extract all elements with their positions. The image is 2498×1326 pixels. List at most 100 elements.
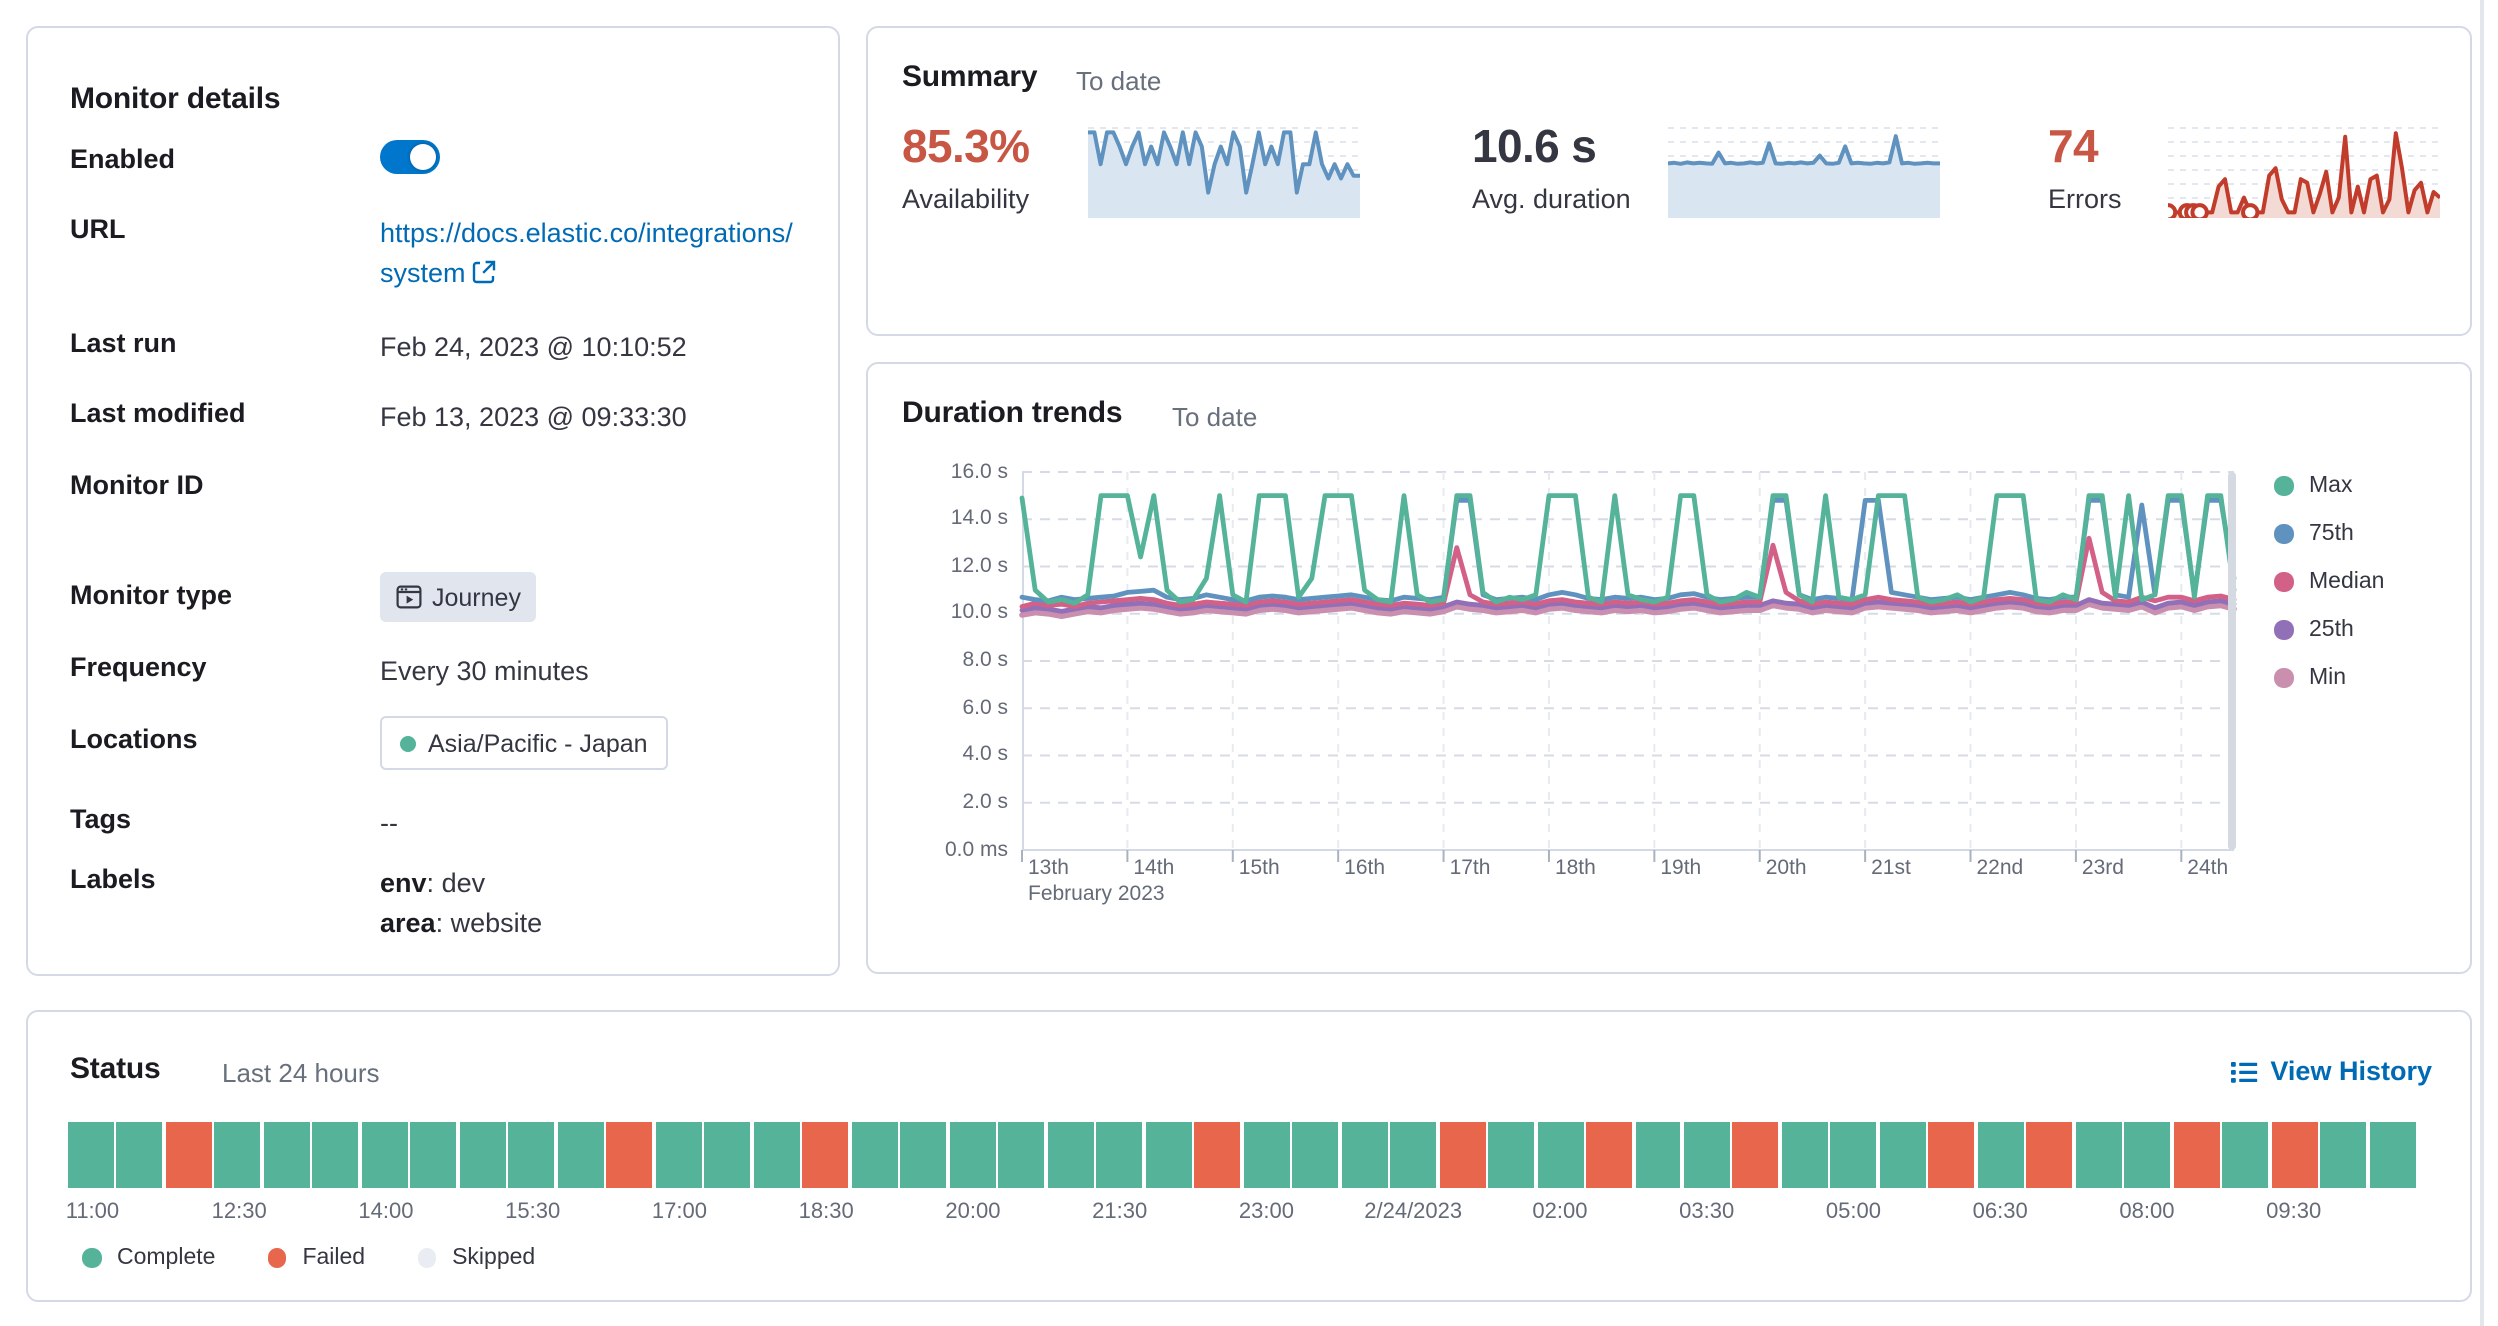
status-block-complete[interactable] bbox=[68, 1122, 114, 1188]
status-block-complete[interactable] bbox=[1145, 1122, 1191, 1188]
status-block-failed[interactable] bbox=[803, 1122, 849, 1188]
status-block-failed[interactable] bbox=[166, 1122, 212, 1188]
status-block-complete[interactable] bbox=[656, 1122, 702, 1188]
status-block-complete[interactable] bbox=[705, 1122, 751, 1188]
status-block-complete[interactable] bbox=[2125, 1122, 2171, 1188]
status-block-complete[interactable] bbox=[1537, 1122, 1583, 1188]
status-time-label: 2/24/2023 bbox=[1364, 1200, 1462, 1224]
y-tick-label: 8.0 s bbox=[868, 648, 1008, 672]
status-time-axis: 11:0012:3014:0015:3017:0018:3020:0021:30… bbox=[68, 1200, 2416, 1228]
status-block-complete[interactable] bbox=[1831, 1122, 1877, 1188]
status-block-complete[interactable] bbox=[1047, 1122, 1093, 1188]
status-block-complete[interactable] bbox=[1292, 1122, 1338, 1188]
status-block-complete[interactable] bbox=[509, 1122, 555, 1188]
y-tick-label: 2.0 s bbox=[868, 790, 1008, 814]
monitor-details-title: Monitor details bbox=[70, 82, 280, 116]
status-block-complete[interactable] bbox=[1635, 1122, 1681, 1188]
status-time-label: 09:30 bbox=[2266, 1200, 2321, 1224]
trends-legend-item[interactable]: Min bbox=[2274, 666, 2384, 690]
status-block-complete[interactable] bbox=[1341, 1122, 1387, 1188]
y-tick-label: 6.0 s bbox=[868, 695, 1008, 719]
status-block-failed[interactable] bbox=[1929, 1122, 1975, 1188]
monitor-detail-page: Monitor details Enabled URL https://docs… bbox=[0, 0, 2498, 1326]
legend-label: Skipped bbox=[452, 1246, 535, 1270]
x-tick-label: 20th bbox=[1766, 856, 1807, 880]
x-tick-label: 18th bbox=[1555, 856, 1596, 880]
status-block-failed[interactable] bbox=[2272, 1122, 2318, 1188]
y-tick-label: 14.0 s bbox=[868, 506, 1008, 530]
last-run-value: Feb 24, 2023 @ 10:10:52 bbox=[380, 328, 804, 368]
status-block-complete[interactable] bbox=[949, 1122, 995, 1188]
status-block-complete[interactable] bbox=[1243, 1122, 1289, 1188]
status-block-complete[interactable] bbox=[411, 1122, 457, 1188]
status-block-complete[interactable] bbox=[2076, 1122, 2122, 1188]
toggle-knob bbox=[410, 144, 436, 170]
errors-stat-value: 74 bbox=[2048, 120, 2098, 174]
chart-scrollbar[interactable] bbox=[2228, 472, 2235, 850]
legend-label: 25th bbox=[2309, 618, 2354, 642]
status-block-failed[interactable] bbox=[2174, 1122, 2220, 1188]
monitor-type-value: Journey bbox=[432, 577, 521, 617]
view-history-text: View History bbox=[2270, 1056, 2432, 1086]
trends-legend-item[interactable]: 75th bbox=[2274, 522, 2384, 546]
status-legend-item: Complete bbox=[82, 1246, 215, 1270]
x-tick-label: 13th bbox=[1028, 856, 1069, 880]
frequency-value: Every 30 minutes bbox=[380, 652, 804, 692]
status-block-failed[interactable] bbox=[607, 1122, 653, 1188]
status-block-complete[interactable] bbox=[1782, 1122, 1828, 1188]
monitor-url-link[interactable]: https://docs.elastic.co/integrations/sys… bbox=[380, 218, 793, 288]
x-tick-label: 17th bbox=[1450, 856, 1491, 880]
duration-trends-title: Duration trends bbox=[902, 396, 1122, 430]
status-block-complete[interactable] bbox=[1390, 1122, 1436, 1188]
enabled-toggle[interactable] bbox=[380, 140, 440, 174]
avg-duration-stat-label: Avg. duration bbox=[1472, 184, 1631, 214]
status-block-failed[interactable] bbox=[1733, 1122, 1779, 1188]
status-block-complete[interactable] bbox=[117, 1122, 163, 1188]
status-block-complete[interactable] bbox=[998, 1122, 1044, 1188]
last-modified-value: Feb 13, 2023 @ 09:33:30 bbox=[380, 398, 804, 438]
x-tick-label: 21st bbox=[1871, 856, 1911, 880]
status-block-complete[interactable] bbox=[264, 1122, 310, 1188]
x-tick-label: 22nd bbox=[1977, 856, 2024, 880]
status-block-complete[interactable] bbox=[215, 1122, 261, 1188]
status-block-complete[interactable] bbox=[558, 1122, 604, 1188]
status-block-complete[interactable] bbox=[460, 1122, 506, 1188]
status-time-label: 14:00 bbox=[358, 1200, 413, 1224]
status-block-complete[interactable] bbox=[852, 1122, 898, 1188]
view-history-link[interactable]: View History bbox=[2230, 1056, 2432, 1086]
trends-legend-item[interactable]: Median bbox=[2274, 570, 2384, 594]
x-axis-month-label: February 2023 bbox=[1028, 882, 1165, 906]
status-block-complete[interactable] bbox=[900, 1122, 946, 1188]
label-separator: : bbox=[436, 908, 451, 938]
status-block-complete[interactable] bbox=[2321, 1122, 2367, 1188]
status-block-failed[interactable] bbox=[2027, 1122, 2073, 1188]
legend-label: Complete bbox=[117, 1246, 215, 1270]
y-tick-label: 4.0 s bbox=[868, 743, 1008, 767]
label-separator: : bbox=[427, 868, 442, 898]
legend-dot-icon bbox=[2274, 525, 2293, 544]
status-block-failed[interactable] bbox=[1439, 1122, 1485, 1188]
frequency-label: Frequency bbox=[70, 652, 207, 682]
status-block-complete[interactable] bbox=[2370, 1122, 2416, 1188]
location-name: Asia/Pacific - Japan bbox=[428, 723, 648, 763]
status-block-complete[interactable] bbox=[754, 1122, 800, 1188]
status-block-complete[interactable] bbox=[313, 1122, 359, 1188]
location-badge: Asia/Pacific - Japan bbox=[380, 716, 668, 770]
status-block-failed[interactable] bbox=[1194, 1122, 1240, 1188]
status-block-failed[interactable] bbox=[1586, 1122, 1632, 1188]
status-block-complete[interactable] bbox=[1880, 1122, 1926, 1188]
status-time-label: 11:00 bbox=[66, 1200, 119, 1224]
location-status-dot bbox=[400, 735, 416, 751]
page-scrollbar[interactable] bbox=[2480, 0, 2483, 1326]
trends-legend-item[interactable]: Max bbox=[2274, 474, 2384, 498]
status-block-complete[interactable] bbox=[2223, 1122, 2269, 1188]
duration-trends-panel: Duration trends To date 16.0 s14.0 s12.0… bbox=[866, 362, 2472, 974]
trends-legend-item[interactable]: 25th bbox=[2274, 618, 2384, 642]
legend-label: Min bbox=[2309, 666, 2346, 690]
status-block-complete[interactable] bbox=[1684, 1122, 1730, 1188]
availability-sparkline bbox=[1088, 120, 1360, 218]
status-block-complete[interactable] bbox=[1488, 1122, 1534, 1188]
status-block-complete[interactable] bbox=[1096, 1122, 1142, 1188]
status-block-complete[interactable] bbox=[362, 1122, 408, 1188]
status-block-complete[interactable] bbox=[1978, 1122, 2024, 1188]
